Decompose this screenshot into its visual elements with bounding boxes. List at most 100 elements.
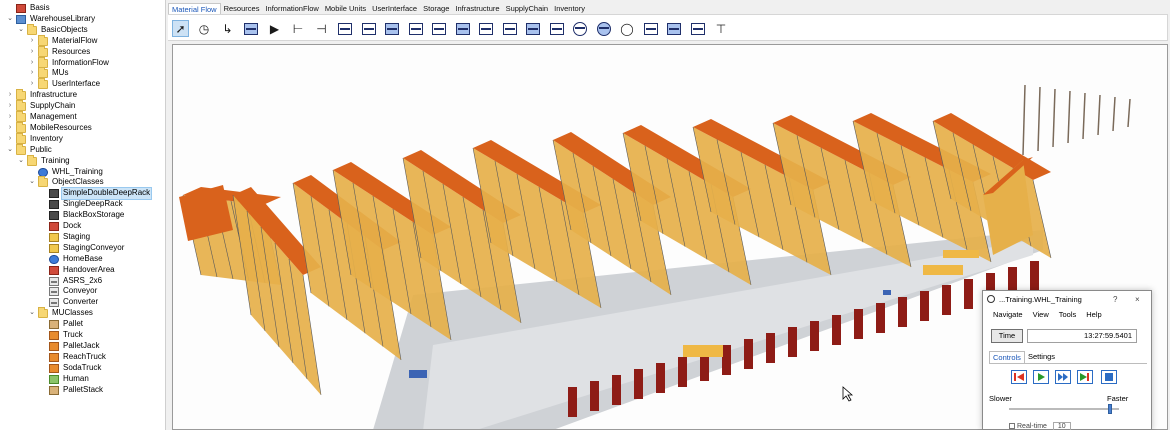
collapse-chevron-icon[interactable]: ⌄: [6, 145, 14, 156]
tree-item[interactable]: SimpleDoubleDeepRack: [0, 187, 165, 201]
collapse-chevron-icon[interactable]: ⌄: [17, 156, 25, 167]
help-button[interactable]: ?: [1113, 291, 1117, 308]
close-button[interactable]: ×: [1135, 291, 1140, 308]
tree-item[interactable]: SodaTruck: [0, 363, 165, 374]
tree-item[interactable]: › SupplyChain: [0, 100, 165, 112]
tree-item[interactable]: Pallet: [0, 319, 165, 330]
tree-item[interactable]: › Inventory: [0, 132, 165, 145]
tree-item[interactable]: Human: [0, 374, 165, 385]
buffer-tool-button[interactable]: [454, 20, 471, 37]
expand-chevron-icon[interactable]: ›: [6, 123, 14, 134]
tree-item[interactable]: HomeBase: [0, 254, 165, 265]
collapse-chevron-icon[interactable]: ⌄: [17, 25, 25, 36]
tree-item[interactable]: › UserInterface: [0, 78, 165, 90]
expand-chevron-icon[interactable]: ›: [6, 90, 14, 101]
tree-item[interactable]: › Resources: [0, 45, 165, 58]
tree-item[interactable]: Truck: [0, 330, 165, 341]
realtime-checkbox[interactable]: [1009, 423, 1015, 430]
drain-tool-button[interactable]: ⊣: [313, 20, 330, 37]
placebuffer-tool-button[interactable]: [478, 20, 495, 37]
stop-button[interactable]: [1101, 370, 1117, 384]
tree-item[interactable]: ⌄ MUClasses: [0, 307, 165, 319]
collapse-chevron-icon[interactable]: ⌄: [6, 14, 14, 25]
line-tool-button[interactable]: [525, 20, 542, 37]
tree-item[interactable]: HandoverArea: [0, 265, 165, 276]
tree-item[interactable]: › Management: [0, 111, 165, 123]
time-button[interactable]: Time: [991, 329, 1023, 343]
tree-item[interactable]: ⌄ BasicObjects: [0, 23, 165, 36]
tree-item[interactable]: Dock: [0, 221, 165, 232]
tree-item[interactable]: Converter: [0, 297, 165, 308]
fast-forward-button[interactable]: [1055, 370, 1071, 384]
tree-item[interactable]: Staging: [0, 232, 165, 243]
expand-chevron-icon[interactable]: ›: [6, 112, 14, 123]
cycle-tool-button[interactable]: [431, 20, 448, 37]
expand-chevron-icon[interactable]: ›: [28, 79, 36, 90]
tree-item[interactable]: ⌄ WarehouseLibrary: [0, 14, 165, 25]
tree-item[interactable]: ⌄ Public: [0, 143, 165, 156]
tree-item[interactable]: Basis: [0, 3, 165, 14]
tree-item[interactable]: SingleDeepRack: [0, 199, 165, 210]
tree-item[interactable]: StagingConveyor: [0, 243, 165, 254]
dismantle-tool-button[interactable]: [407, 20, 424, 37]
hierarchy-tool-button[interactable]: ⊤: [713, 20, 730, 37]
angular-converter-tool-button[interactable]: [548, 20, 565, 37]
tree-item[interactable]: BlackBoxStorage: [0, 210, 165, 221]
source-tool-button[interactable]: ⊢: [290, 20, 307, 37]
expand-chevron-icon[interactable]: ›: [28, 47, 36, 58]
tree-item[interactable]: › MaterialFlow: [0, 34, 165, 47]
pointer-tool-button[interactable]: ➚: [172, 20, 189, 37]
parallelproc-tool-button[interactable]: [360, 20, 377, 37]
expand-chevron-icon[interactable]: ›: [28, 68, 36, 79]
sorter-tool-button[interactable]: [501, 20, 518, 37]
tree-item[interactable]: WHL_Training: [0, 167, 165, 178]
tree-item[interactable]: › MUs: [0, 67, 165, 79]
expand-chevron-icon[interactable]: ›: [6, 101, 14, 112]
tree-item[interactable]: ⌄ ObjectClasses: [0, 176, 165, 188]
menu-item[interactable]: Help: [1086, 308, 1101, 321]
tree-item[interactable]: ⌄ Training: [0, 154, 165, 167]
menu-item[interactable]: Tools: [1059, 308, 1077, 321]
event-controller-window[interactable]: ...Training.WHL_Training ? × Navigate Vie…: [982, 290, 1152, 430]
track-tool-button[interactable]: [689, 20, 706, 37]
store-tool-button[interactable]: [642, 20, 659, 37]
flow-tool-button[interactable]: [243, 20, 260, 37]
window-titlebar[interactable]: ...Training.WHL_Training ? ×: [983, 291, 1151, 308]
eventcontroller-tool-button[interactable]: ◷: [196, 20, 213, 37]
tree-item[interactable]: › MobileResources: [0, 121, 165, 134]
assembly-tool-button[interactable]: [384, 20, 401, 37]
realtime-factor[interactable]: 10: [1052, 422, 1071, 430]
staging-pallet: [683, 345, 723, 357]
storage-tool-button[interactable]: [666, 20, 683, 37]
crane-mast: [1082, 92, 1086, 140]
collapse-chevron-icon[interactable]: ⌄: [28, 308, 36, 319]
singleproc-tool-button[interactable]: [337, 20, 354, 37]
expand-chevron-icon[interactable]: ›: [28, 36, 36, 47]
time-field[interactable]: 13:27:59.5401: [1027, 329, 1137, 343]
library-tree[interactable]: Basis ⌄ WarehouseLibrary ⌄ BasicObjects › Mate…: [0, 0, 166, 430]
tree-item[interactable]: PalletStack: [0, 385, 165, 396]
tree-item[interactable]: PalletJack: [0, 341, 165, 352]
turnplate-tool-button[interactable]: [595, 20, 612, 37]
speed-slider-thumb[interactable]: [1108, 404, 1112, 414]
turntable-tool-button[interactable]: [572, 20, 589, 37]
menu-item[interactable]: Navigate: [993, 308, 1023, 321]
expand-chevron-icon[interactable]: ›: [28, 58, 36, 69]
reset-button[interactable]: [1011, 370, 1027, 384]
tree-item[interactable]: ASRS_2x6: [0, 276, 165, 287]
play-tool-button[interactable]: ▶: [266, 20, 283, 37]
tree-item[interactable]: › Infrastructure: [0, 89, 165, 101]
tree-item[interactable]: › InformationFlow: [0, 56, 165, 69]
step-button[interactable]: [1077, 370, 1093, 384]
collapse-chevron-icon[interactable]: ⌄: [28, 177, 36, 188]
start-button[interactable]: [1033, 370, 1049, 384]
menu-item[interactable]: View: [1033, 308, 1049, 321]
circle-tool-button[interactable]: ◯: [619, 20, 636, 37]
speed-slider-track[interactable]: [1009, 408, 1119, 410]
connector-tool-button[interactable]: ↳: [219, 20, 236, 37]
realtime-option[interactable]: Real-time 10: [1009, 422, 1071, 430]
tree-item[interactable]: Conveyor: [0, 286, 165, 297]
expand-chevron-icon[interactable]: ›: [6, 134, 14, 145]
folder-icon: [16, 89, 26, 101]
tree-item[interactable]: ReachTruck: [0, 352, 165, 363]
